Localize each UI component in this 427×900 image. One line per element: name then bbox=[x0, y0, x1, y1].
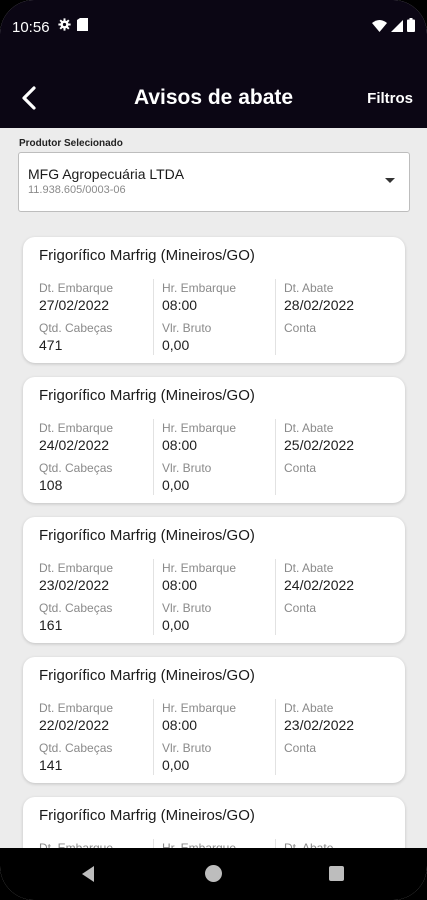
dt-abate-value: 24/02/2022 bbox=[284, 577, 355, 593]
dt-embarque-label: Dt. Embarque bbox=[39, 421, 114, 435]
dt-abate-label: Dt. Abate bbox=[284, 701, 334, 715]
hr-embarque-label: Hr. Embarque bbox=[162, 841, 237, 848]
conta-label: Conta bbox=[284, 461, 317, 475]
notice-title: Frigorífico Marfrig (Mineiros/GO) bbox=[39, 247, 255, 264]
vlr-bruto-value: 0,00 bbox=[162, 617, 190, 633]
notice-card[interactable]: Frigorífico Marfrig (Mineiros/GO) Dt. Em… bbox=[23, 657, 405, 783]
notice-card[interactable]: Frigorífico Marfrig (Mineiros/GO) Dt. Em… bbox=[23, 377, 405, 503]
vlr-bruto-value: 0,00 bbox=[162, 757, 190, 773]
hr-embarque-value: 08:00 bbox=[162, 297, 198, 313]
notice-card[interactable]: Frigorífico Marfrig (Mineiros/GO) Dt. Em… bbox=[23, 237, 405, 363]
producer-document: 11.938.605/0003-06 bbox=[28, 184, 126, 196]
dt-abate-value: 28/02/2022 bbox=[284, 297, 355, 313]
notice-title: Frigorífico Marfrig (Mineiros/GO) bbox=[39, 667, 255, 684]
producer-selector[interactable]: MFG Agropecuária LTDA 11.938.605/0003-06 bbox=[18, 152, 410, 212]
app-screen: 10:56 Avisos de abate Filtros Produtor S… bbox=[0, 0, 427, 900]
hr-embarque-label: Hr. Embarque bbox=[162, 701, 237, 715]
notice-card[interactable]: Frigorífico Marfrig (Mineiros/GO) Dt. Em… bbox=[23, 797, 405, 848]
dt-embarque-value: 22/02/2022 bbox=[39, 717, 110, 733]
caret-down-icon bbox=[385, 178, 395, 183]
qtd-cabecas-value: 161 bbox=[39, 617, 63, 633]
hr-embarque-value: 08:00 bbox=[162, 717, 198, 733]
dt-abate-label: Dt. Abate bbox=[284, 841, 334, 848]
sim-card-icon bbox=[77, 18, 88, 36]
dt-abate-value: 23/02/2022 bbox=[284, 717, 355, 733]
status-bar: 10:56 bbox=[0, 0, 427, 56]
status-time: 10:56 bbox=[12, 19, 50, 36]
vlr-bruto-label: Vlr. Bruto bbox=[162, 601, 212, 615]
hr-embarque-label: Hr. Embarque bbox=[162, 561, 237, 575]
conta-label: Conta bbox=[284, 321, 317, 335]
battery-icon bbox=[407, 18, 415, 37]
notice-title: Frigorífico Marfrig (Mineiros/GO) bbox=[39, 807, 255, 824]
gear-icon bbox=[58, 18, 71, 36]
app-bar: Avisos de abate Filtros bbox=[0, 56, 427, 128]
notice-title: Frigorífico Marfrig (Mineiros/GO) bbox=[39, 527, 255, 544]
vlr-bruto-label: Vlr. Bruto bbox=[162, 741, 212, 755]
nav-home-icon[interactable] bbox=[205, 865, 222, 882]
qtd-cabecas-value: 108 bbox=[39, 477, 63, 493]
nav-recents-icon[interactable] bbox=[329, 866, 344, 881]
dt-abate-label: Dt. Abate bbox=[284, 281, 334, 295]
dt-embarque-value: 27/02/2022 bbox=[39, 297, 110, 313]
dt-embarque-label: Dt. Embarque bbox=[39, 281, 114, 295]
dt-abate-label: Dt. Abate bbox=[284, 421, 334, 435]
qtd-cabecas-label: Qtd. Cabeças bbox=[39, 321, 113, 335]
qtd-cabecas-value: 141 bbox=[39, 757, 63, 773]
dt-abate-label: Dt. Abate bbox=[284, 561, 334, 575]
producer-selector-label: Produtor Selecionado bbox=[19, 138, 123, 149]
dt-embarque-label: Dt. Embarque bbox=[39, 701, 114, 715]
vlr-bruto-value: 0,00 bbox=[162, 337, 190, 353]
conta-label: Conta bbox=[284, 741, 317, 755]
notice-title: Frigorífico Marfrig (Mineiros/GO) bbox=[39, 387, 255, 404]
hr-embarque-label: Hr. Embarque bbox=[162, 281, 237, 295]
vlr-bruto-label: Vlr. Bruto bbox=[162, 321, 212, 335]
dt-embarque-label: Dt. Embarque bbox=[39, 561, 114, 575]
filters-button[interactable]: Filtros bbox=[367, 90, 413, 107]
qtd-cabecas-label: Qtd. Cabeças bbox=[39, 461, 113, 475]
qtd-cabecas-label: Qtd. Cabeças bbox=[39, 741, 113, 755]
vlr-bruto-value: 0,00 bbox=[162, 477, 190, 493]
page-title: Avisos de abate bbox=[133, 86, 294, 109]
dt-abate-value: 25/02/2022 bbox=[284, 437, 355, 453]
qtd-cabecas-label: Qtd. Cabeças bbox=[39, 601, 113, 615]
notices-list-area[interactable]: Produtor Selecionado MFG Agropecuária LT… bbox=[0, 128, 427, 848]
system-nav-bar bbox=[0, 848, 427, 900]
hr-embarque-value: 08:00 bbox=[162, 577, 198, 593]
dt-embarque-value: 24/02/2022 bbox=[39, 437, 110, 453]
hr-embarque-value: 08:00 bbox=[162, 437, 198, 453]
qtd-cabecas-value: 471 bbox=[39, 337, 63, 353]
dt-embarque-label: Dt. Embarque bbox=[39, 841, 114, 848]
hr-embarque-label: Hr. Embarque bbox=[162, 421, 237, 435]
producer-name: MFG Agropecuária LTDA bbox=[28, 166, 185, 182]
conta-label: Conta bbox=[284, 601, 317, 615]
vlr-bruto-label: Vlr. Bruto bbox=[162, 461, 212, 475]
nav-back-icon[interactable] bbox=[82, 866, 94, 882]
dt-embarque-value: 23/02/2022 bbox=[39, 577, 110, 593]
notice-card[interactable]: Frigorífico Marfrig (Mineiros/GO) Dt. Em… bbox=[23, 517, 405, 643]
wifi-icon bbox=[372, 19, 387, 37]
signal-icon bbox=[391, 19, 403, 37]
